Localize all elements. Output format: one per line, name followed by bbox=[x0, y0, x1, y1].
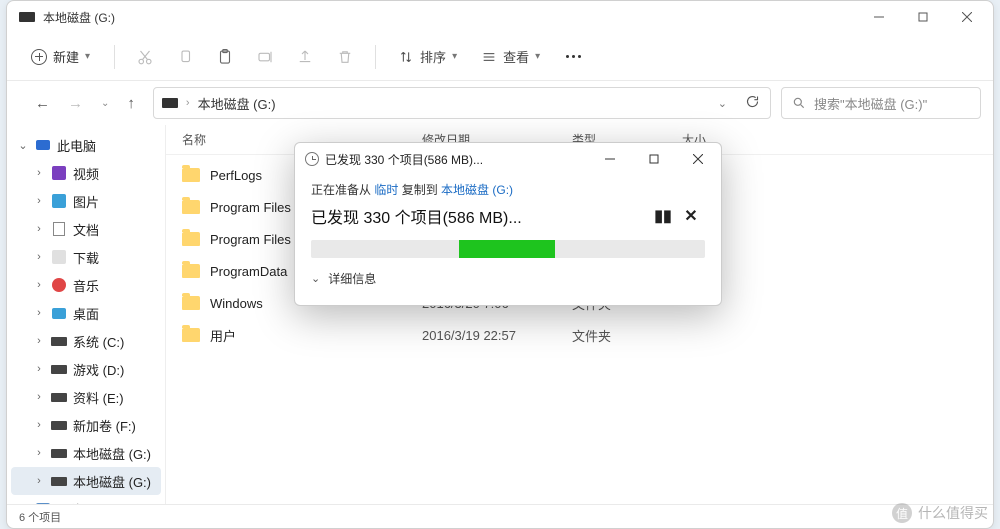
folder-icon bbox=[182, 232, 200, 246]
folder-icon bbox=[182, 328, 200, 342]
dialog-maximize-button[interactable] bbox=[635, 145, 673, 173]
sidebar-item-downloads[interactable]: ›下载 bbox=[11, 243, 161, 271]
address-bar[interactable]: › 本地磁盘 (G:) ⌄ bbox=[153, 87, 771, 119]
cancel-button[interactable]: ✕ bbox=[677, 202, 705, 230]
sidebar: ⌄此电脑 ›视频 ›图片 ›文档 ›下载 ›音乐 ›桌面 ›系统 (C:) ›游… bbox=[7, 125, 165, 504]
view-label: 查看 bbox=[503, 47, 529, 66]
more-button[interactable] bbox=[554, 47, 593, 66]
forward-button[interactable]: → bbox=[68, 95, 83, 112]
drive-icon bbox=[162, 98, 178, 108]
paste-button[interactable] bbox=[207, 39, 243, 75]
chevron-down-icon: ▾ bbox=[535, 51, 540, 62]
toolbar: 新建 ▾ 排序 ▾ 查看 ▾ bbox=[7, 33, 993, 81]
cut-button[interactable] bbox=[127, 39, 163, 75]
sort-icon bbox=[398, 49, 414, 65]
progress-fill bbox=[459, 240, 555, 258]
watermark: 值 什么值得买 bbox=[892, 503, 988, 523]
delete-button[interactable] bbox=[327, 39, 363, 75]
sort-label: 排序 bbox=[420, 47, 446, 66]
dialog-titlebar: 已发现 330 个项目(586 MB)... bbox=[295, 143, 721, 175]
back-button[interactable]: ← bbox=[35, 95, 50, 112]
sidebar-item-drive-g[interactable]: ›本地磁盘 (G:) bbox=[11, 439, 161, 467]
folder-icon bbox=[182, 168, 200, 182]
titlebar: 本地磁盘 (G:) bbox=[7, 1, 993, 33]
sidebar-item-music[interactable]: ›音乐 bbox=[11, 271, 161, 299]
sidebar-item-videos[interactable]: ›视频 bbox=[11, 159, 161, 187]
rename-button[interactable] bbox=[247, 39, 283, 75]
sidebar-item-drive-f[interactable]: ›新加卷 (F:) bbox=[11, 411, 161, 439]
dialog-main-text: 已发现 330 个项目(586 MB)... bbox=[311, 204, 649, 228]
chevron-down-icon: ⌄ bbox=[311, 272, 320, 285]
address-dropdown[interactable]: ⌄ bbox=[718, 97, 727, 110]
sidebar-item-this-pc[interactable]: ⌄此电脑 bbox=[11, 131, 161, 159]
share-button[interactable] bbox=[287, 39, 323, 75]
sidebar-item-drive-c[interactable]: ›系统 (C:) bbox=[11, 327, 161, 355]
dest-link[interactable]: 本地磁盘 (G:) bbox=[441, 183, 513, 197]
folder-icon bbox=[182, 296, 200, 310]
sidebar-item-drive-e[interactable]: ›资料 (E:) bbox=[11, 383, 161, 411]
new-button[interactable]: 新建 ▾ bbox=[19, 41, 102, 72]
address-bar-row: ← → ⌄ ↑ › 本地磁盘 (G:) ⌄ 搜索"本地磁盘 (G:)" bbox=[7, 81, 993, 125]
folder-icon bbox=[182, 200, 200, 214]
pause-button[interactable]: ▮▮ bbox=[649, 202, 677, 230]
status-bar: 6 个项目 bbox=[7, 504, 993, 528]
drive-icon bbox=[19, 12, 35, 22]
breadcrumb[interactable]: 本地磁盘 (G:) bbox=[198, 94, 276, 113]
nav-arrows: ← → ⌄ ↑ bbox=[19, 95, 143, 112]
search-placeholder: 搜索"本地磁盘 (G:)" bbox=[814, 94, 927, 113]
sidebar-item-drive-d[interactable]: ›游戏 (D:) bbox=[11, 355, 161, 383]
progress-bar bbox=[311, 240, 705, 258]
sidebar-item-network[interactable]: ›网络 bbox=[11, 495, 161, 504]
chevron-down-icon: ▾ bbox=[452, 51, 457, 62]
view-icon bbox=[481, 49, 497, 65]
copy-dialog: 已发现 330 个项目(586 MB)... 正在准备从 临时 复制到 本地磁盘… bbox=[294, 142, 722, 306]
sidebar-item-drive-g-active[interactable]: ›本地磁盘 (G:) bbox=[11, 467, 161, 495]
maximize-button[interactable] bbox=[901, 2, 945, 32]
source-link[interactable]: 临时 bbox=[374, 183, 398, 197]
view-button[interactable]: 查看 ▾ bbox=[471, 41, 550, 72]
history-dropdown[interactable]: ⌄ bbox=[101, 98, 109, 109]
search-input[interactable]: 搜索"本地磁盘 (G:)" bbox=[781, 87, 981, 119]
plus-icon bbox=[31, 49, 47, 65]
item-count: 6 个项目 bbox=[19, 509, 61, 525]
details-toggle[interactable]: ⌄ 详细信息 bbox=[295, 258, 721, 287]
sidebar-item-pictures[interactable]: ›图片 bbox=[11, 187, 161, 215]
folder-icon bbox=[182, 264, 200, 278]
new-label: 新建 bbox=[53, 47, 79, 66]
dialog-title: 已发现 330 个项目(586 MB)... bbox=[325, 151, 483, 168]
clock-icon bbox=[305, 152, 319, 166]
refresh-button[interactable] bbox=[741, 94, 764, 112]
window-title: 本地磁盘 (G:) bbox=[43, 9, 115, 26]
list-item[interactable]: 用户2016/3/19 22:57文件夹 bbox=[166, 319, 993, 351]
sidebar-item-desktop[interactable]: ›桌面 bbox=[11, 299, 161, 327]
sort-button[interactable]: 排序 ▾ bbox=[388, 41, 467, 72]
breadcrumb-sep: › bbox=[186, 97, 190, 109]
dialog-subtitle: 正在准备从 临时 复制到 本地磁盘 (G:) bbox=[311, 181, 705, 198]
col-size[interactable]: 大小 bbox=[682, 131, 977, 148]
up-button[interactable]: ↑ bbox=[127, 95, 135, 112]
minimize-button[interactable] bbox=[857, 2, 901, 32]
search-icon bbox=[792, 96, 806, 110]
copy-button[interactable] bbox=[167, 39, 203, 75]
chevron-down-icon: ▾ bbox=[85, 51, 90, 62]
sidebar-item-documents[interactable]: ›文档 bbox=[11, 215, 161, 243]
dialog-close-button[interactable] bbox=[679, 145, 717, 173]
close-button[interactable] bbox=[945, 2, 989, 32]
dialog-minimize-button[interactable] bbox=[591, 145, 629, 173]
